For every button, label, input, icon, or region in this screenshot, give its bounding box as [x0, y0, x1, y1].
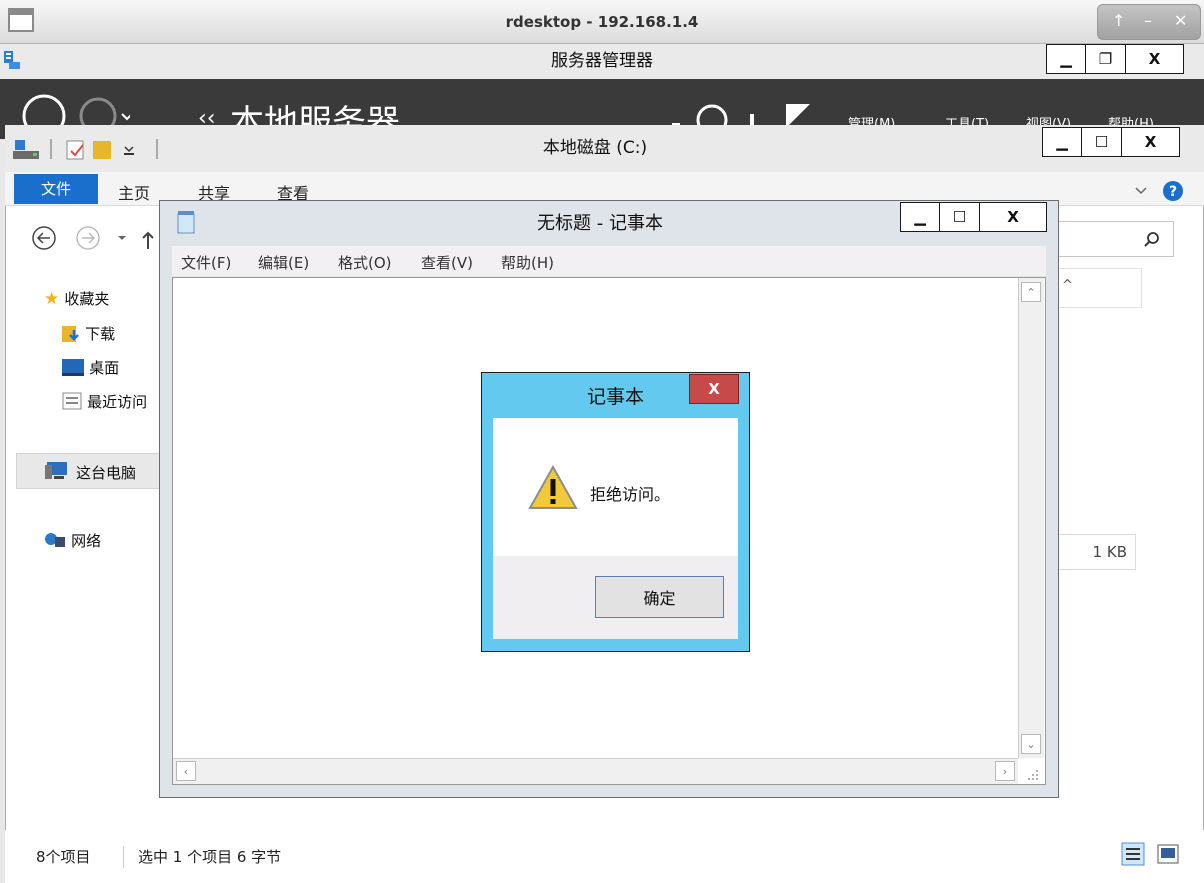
- notepad-horizontal-scrollbar[interactable]: ‹ ›: [173, 758, 1018, 784]
- ribbon-tab-file[interactable]: 文件: [14, 174, 98, 204]
- explorer-back-forward-icon[interactable]: [30, 225, 170, 251]
- ribbon-help-icon[interactable]: ?: [1134, 180, 1194, 202]
- computer-icon: [45, 462, 67, 479]
- scroll-up-icon[interactable]: ⌃: [1021, 282, 1041, 302]
- notepad-menu-help[interactable]: 帮助(H): [501, 252, 554, 273]
- warning-icon: [528, 465, 578, 509]
- status-selected: 选中 1 个项目 6 字节: [138, 848, 282, 866]
- server-manager-close-button[interactable]: X: [1126, 44, 1184, 74]
- notepad-menu-edit[interactable]: 编辑(E): [258, 252, 309, 273]
- rdesktop-window-controls: ↑ – ✕: [1097, 4, 1201, 40]
- rdesktop-close-button[interactable]: ✕: [1174, 11, 1187, 30]
- nav-favorites[interactable]: ★ 收藏夹: [44, 288, 109, 309]
- dialog-message: 拒绝访问。: [590, 485, 671, 504]
- file-size: 1 KB: [1092, 543, 1127, 561]
- scroll-right-icon[interactable]: ›: [995, 761, 1015, 781]
- file-explorer-window-controls: ▁ ☐ X: [1042, 127, 1180, 157]
- server-manager-minimize-button[interactable]: ▁: [1046, 44, 1086, 74]
- scroll-left-icon[interactable]: ‹: [176, 761, 196, 781]
- nav-network[interactable]: 网络: [44, 530, 101, 551]
- dialog-ok-button[interactable]: 确定: [595, 576, 724, 618]
- column-sort-indicator: ^: [1062, 278, 1073, 293]
- notepad-menu-view[interactable]: 查看(V): [421, 252, 473, 273]
- notepad-menu-format[interactable]: 格式(O): [338, 252, 392, 273]
- server-manager-window-controls: ▁ ❐ X: [1046, 44, 1184, 74]
- ribbon-tab-home[interactable]: 主页: [118, 180, 150, 204]
- server-manager-restore-button[interactable]: ❐: [1086, 44, 1126, 74]
- view-mode-icons[interactable]: [1121, 842, 1181, 868]
- nav-downloads[interactable]: 下载: [62, 323, 115, 344]
- nav-network-label: 网络: [71, 532, 102, 550]
- downloads-folder-icon: [62, 326, 79, 342]
- star-icon: ★: [44, 289, 60, 309]
- notepad-minimize-button[interactable]: ▁: [900, 202, 940, 232]
- scroll-down-icon[interactable]: ⌄: [1021, 734, 1041, 754]
- nav-favorites-label: 收藏夹: [64, 290, 110, 308]
- notepad-menu-file[interactable]: 文件(F): [181, 252, 231, 273]
- nav-desktop-label: 桌面: [89, 359, 120, 377]
- notepad-window-controls: ▁ ☐ X: [900, 202, 1047, 232]
- nav-this-pc-label: 这台电脑: [76, 464, 137, 482]
- network-icon: [45, 533, 65, 547]
- nav-recent[interactable]: 最近访问: [62, 391, 147, 412]
- status-item-count: 8个项目: [36, 848, 91, 866]
- server-manager-title: 服务器管理器: [551, 51, 653, 71]
- rdesktop-title: rdesktop - 192.168.1.4: [505, 13, 699, 31]
- nav-desktop[interactable]: 桌面: [62, 357, 119, 378]
- column-header[interactable]: ^: [1058, 268, 1142, 308]
- resize-grip-icon[interactable]: [1026, 768, 1040, 782]
- explorer-close-button[interactable]: X: [1122, 127, 1180, 157]
- notepad-vertical-scrollbar[interactable]: ⌃ ⌄: [1018, 278, 1044, 758]
- dialog-close-button[interactable]: X: [689, 374, 739, 404]
- explorer-minimize-button[interactable]: ▁: [1042, 127, 1082, 157]
- recent-places-icon: [62, 392, 82, 410]
- status-divider: [123, 846, 124, 868]
- rdesktop-minimize-button[interactable]: –: [1144, 11, 1152, 30]
- nav-this-pc[interactable]: 这台电脑: [16, 453, 160, 489]
- desktop: rdesktop - 192.168.1.4 ↑ – ✕ 服务器管理器 ▁ ❐ …: [0, 0, 1204, 883]
- notepad-maximize-button[interactable]: ☐: [940, 202, 980, 232]
- explorer-search-box[interactable]: [1058, 221, 1174, 257]
- file-explorer-title: 本地磁盘 (C:): [542, 138, 648, 158]
- desktop-icon: [62, 359, 84, 376]
- explorer-maximize-button[interactable]: ☐: [1082, 127, 1122, 157]
- nav-recent-label: 最近访问: [87, 393, 148, 411]
- notepad-close-button[interactable]: X: [980, 202, 1047, 232]
- file-size-cell: 1 KB: [1058, 534, 1136, 570]
- keep-above-button[interactable]: ↑: [1112, 11, 1125, 30]
- search-icon: [1144, 232, 1159, 247]
- nav-downloads-label: 下载: [85, 325, 116, 343]
- svg-text:?: ?: [1169, 184, 1177, 200]
